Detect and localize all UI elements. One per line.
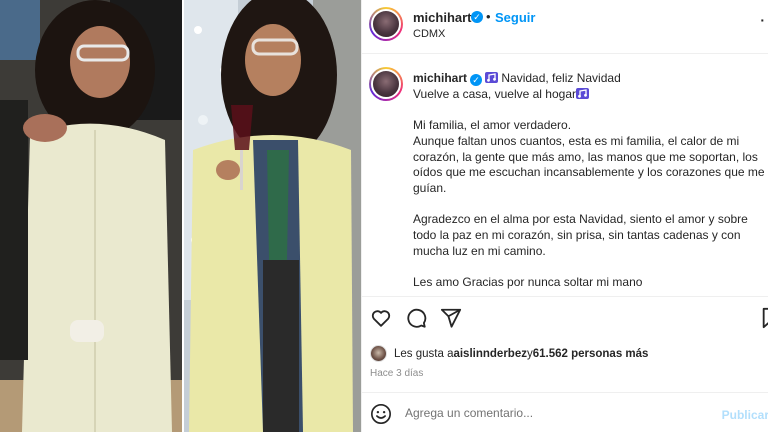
more-options-icon[interactable]: · — [760, 12, 765, 28]
music-notes-icon — [485, 72, 499, 83]
likes-count[interactable]: 61.562 personas más — [533, 348, 649, 360]
comment-icon[interactable] — [405, 307, 427, 329]
liker-username[interactable]: aislinnderbez — [453, 348, 527, 360]
heart-icon[interactable] — [370, 307, 392, 329]
photo-right-illustration — [183, 0, 361, 432]
caption-line-2: Vuelve a casa, vuelve al hogar — [413, 86, 576, 101]
caption-paragraph-1-heading: Mi familia, el amor verdadero. — [413, 118, 572, 133]
verified-badge-icon: ✓ — [471, 11, 483, 23]
follow-button[interactable]: Seguir — [495, 10, 535, 25]
caption-verified-badge-icon: ✓ — [470, 74, 483, 86]
post-caption: michihart ✓ Navidad, feliz Navidad Vuelve… — [362, 55, 768, 295]
post-media[interactable] — [0, 0, 361, 432]
share-icon[interactable] — [440, 307, 462, 329]
comment-bar: Publicar — [362, 392, 768, 432]
caption-paragraph-2: Agradezco en el alma por esta Navidad, s… — [413, 212, 752, 258]
liker-avatar[interactable] — [370, 345, 387, 362]
caption-title: Navidad, feliz Navidad — [498, 71, 621, 85]
publish-button[interactable]: Publicar — [722, 408, 768, 422]
author-avatar[interactable] — [369, 7, 403, 41]
post-location[interactable]: CDMX — [413, 28, 445, 40]
caption-paragraph-1: Aunque faltan unos cuantos, esta es mi f… — [413, 133, 768, 195]
caption-text: michihart ✓ Navidad, feliz Navidad Vuelve… — [413, 71, 768, 291]
caption-paragraph-3: Les amo Gracias por nunca soltar mi mano — [413, 275, 643, 290]
bookmark-icon[interactable] — [760, 307, 768, 329]
caption-author-avatar[interactable] — [369, 67, 403, 101]
post-side-panel: michihart ✓ • Seguir CDMX · michihart ✓ N… — [361, 0, 768, 432]
caption-username[interactable]: michihart — [413, 71, 467, 85]
comment-input[interactable] — [405, 401, 705, 425]
photo-left-illustration — [0, 0, 183, 432]
photo-left — [0, 0, 183, 432]
post-timestamp[interactable]: Hace 3 días — [370, 368, 423, 379]
emoji-smile-icon[interactable] — [370, 403, 392, 425]
post-actions — [362, 296, 768, 338]
post-header: michihart ✓ • Seguir CDMX · — [362, 0, 768, 54]
likes-summary: Les gusta a aislinnderbez y 61.562 perso… — [370, 345, 648, 362]
photo-divider — [182, 0, 184, 432]
music-notes-icon — [576, 87, 589, 99]
author-username[interactable]: michihart — [413, 10, 472, 25]
likes-prefix: Les gusta a — [394, 347, 454, 360]
photo-right — [183, 0, 361, 432]
header-separator: • — [486, 9, 491, 24]
